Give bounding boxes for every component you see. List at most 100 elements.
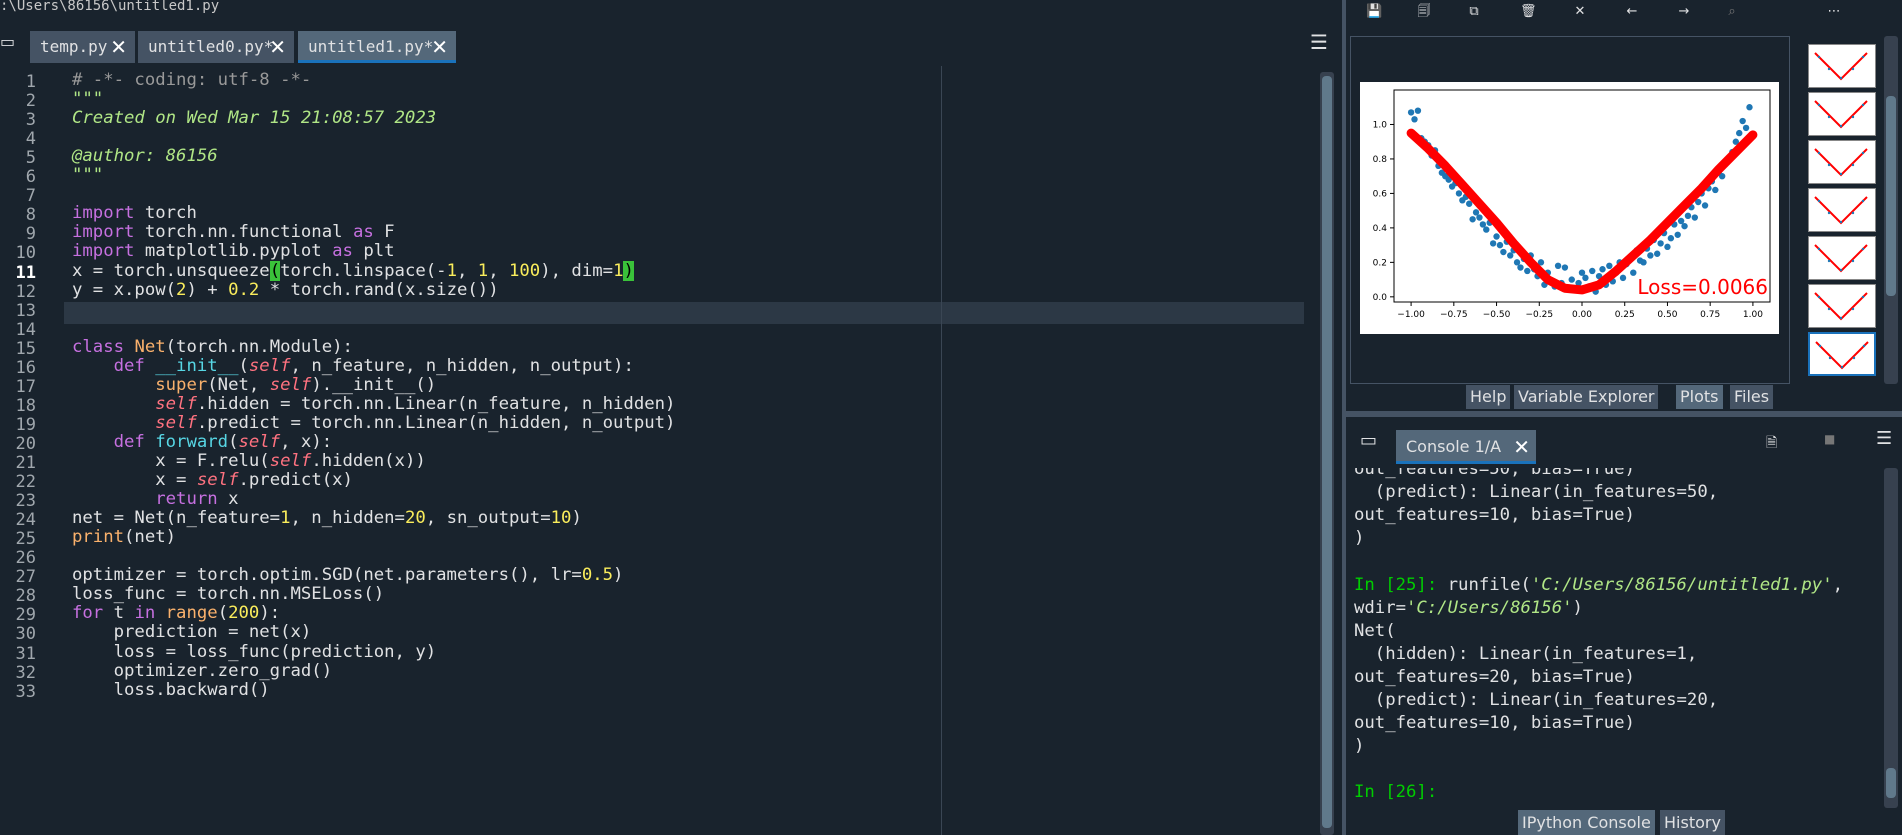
tab-console-1a[interactable]: Console 1/A ✕ [1396, 430, 1536, 464]
code-line[interactable]: x = F.relu(self.hidden(x)) [72, 451, 426, 471]
plot-thumbnail[interactable] [1808, 92, 1876, 136]
plot-thumbnail[interactable] [1808, 140, 1876, 184]
code-line[interactable]: Created on Wed Mar 15 21:08:57 2023 [72, 108, 436, 128]
arrow-left-icon[interactable]: ← [1624, 4, 1640, 20]
close-tab-icon[interactable]: ✕ [431, 31, 448, 63]
code-line[interactable]: """ [72, 165, 103, 185]
code-line[interactable]: x = self.predict(x) [72, 470, 353, 490]
code-line[interactable]: super(Net, self).__init__() [72, 375, 436, 395]
pane-splitter[interactable] [1342, 0, 1346, 835]
code-line[interactable]: def forward(self, x): [72, 432, 333, 452]
close-all-icon[interactable]: ✕ [1572, 4, 1588, 20]
close-tab-icon[interactable]: ✕ [110, 31, 127, 63]
scrollbar-thumb[interactable] [1886, 96, 1896, 296]
plot-thumbnail[interactable] [1808, 236, 1876, 280]
code-line[interactable]: import torch.nn.functional as F [72, 222, 395, 242]
code-line[interactable]: return x [72, 489, 238, 509]
plot-thumbnail[interactable] [1808, 284, 1876, 328]
tab-untitled0-py[interactable]: untitled0.py* ✕ [138, 31, 294, 63]
tab-untitled1-py[interactable]: untitled1.py* ✕ [298, 31, 456, 63]
editor-scrollbar[interactable] [1320, 72, 1334, 835]
tab-label: untitled1.py* [308, 37, 434, 56]
data-point [1691, 214, 1698, 221]
code-line[interactable]: loss.backward() [72, 680, 270, 700]
close-tab-icon[interactable]: ✕ [1513, 430, 1530, 464]
data-point [1493, 233, 1500, 240]
browse-tabs-icon[interactable]: ▭ [1360, 430, 1377, 451]
code-line[interactable]: class Net(torch.nn.Module): [72, 337, 353, 357]
code-line[interactable]: optimizer.zero_grad() [72, 661, 333, 681]
code-line[interactable]: @author: 86156 [72, 146, 218, 166]
code-line[interactable]: import matplotlib.pyplot as plt [72, 241, 395, 261]
tab-temp-py[interactable]: temp.py ✕ [30, 31, 135, 63]
tab-ipython-console[interactable]: IPython Console [1518, 810, 1655, 835]
close-tab-icon[interactable]: ✕ [269, 31, 286, 63]
line-number: 13 [15, 300, 36, 321]
code-line[interactable]: loss_func = torch.nn.MSELoss() [72, 584, 384, 604]
code-line[interactable]: for t in range(200): [72, 603, 280, 623]
current-line-highlight [64, 302, 1304, 324]
scrollbar-thumb[interactable] [1886, 768, 1896, 798]
scrollbar-thumb[interactable] [1322, 76, 1332, 828]
console-line: out_features=10, bias=True) [1354, 713, 1635, 734]
tab-files[interactable]: Files [1730, 385, 1774, 409]
line-number: 29 [15, 605, 36, 626]
zoom-icon[interactable]: ⌕ [1724, 4, 1740, 20]
line-number: 20 [15, 433, 36, 454]
code-line[interactable]: print(net) [72, 527, 176, 547]
line-number: 15 [15, 338, 36, 359]
line-number: 19 [15, 414, 36, 435]
tab-history[interactable]: History [1660, 810, 1725, 835]
line-number: 24 [15, 510, 36, 531]
trash-icon[interactable]: 🗑 [1520, 4, 1537, 20]
code-line[interactable]: self.hidden = torch.nn.Linear(n_feature,… [72, 394, 675, 414]
plot-thumbnail[interactable] [1808, 44, 1876, 88]
copy-icon[interactable]: ⧉ [1466, 4, 1482, 20]
plot-thumbnail[interactable] [1808, 332, 1876, 376]
ipython-console[interactable]: out_features=50, bias=True) (predict): L… [1350, 468, 1884, 808]
y-tick-label: 0.0 [1373, 293, 1388, 303]
plots-menu-icon[interactable]: ⋯ [1826, 4, 1842, 20]
console-menu-icon[interactable]: ☰ [1876, 428, 1892, 449]
code-line[interactable]: """ [72, 89, 103, 109]
tab-variable-explorer[interactable]: Variable Explorer [1514, 385, 1659, 409]
clear-console-icon[interactable]: 🗎 [1766, 432, 1777, 456]
code-line[interactable]: self.predict = torch.nn.Linear(n_hidden,… [72, 413, 675, 433]
arrow-right-icon[interactable]: → [1676, 4, 1692, 20]
y-tick-label: 0.2 [1373, 258, 1387, 268]
code-line[interactable]: y = x.pow(2) + 0.2 * torch.rand(x.size()… [72, 280, 499, 300]
x-tick-label: −0.75 [1440, 310, 1468, 320]
code-line[interactable]: x = torch.unsqueeze(torch.linspace(-1, 1… [72, 260, 634, 281]
tab-plots[interactable]: Plots [1676, 385, 1723, 409]
plot-thumbnail[interactable] [1808, 188, 1876, 232]
browse-tabs-icon[interactable]: ▭ [0, 32, 15, 51]
data-point [1469, 216, 1476, 223]
data-point [1701, 202, 1709, 209]
save-icon[interactable]: 💾 [1366, 4, 1382, 20]
code-line[interactable]: loss = loss_func(prediction, y) [72, 642, 437, 662]
tab-help[interactable]: Help [1466, 385, 1511, 409]
hamburger-menu-icon[interactable]: ☰ [1310, 30, 1328, 54]
console-line: ) [1354, 736, 1365, 757]
data-point [1630, 269, 1637, 276]
thumbnails-scrollbar[interactable] [1884, 36, 1898, 384]
data-point [1606, 262, 1613, 270]
data-point [1674, 231, 1681, 238]
code-line[interactable]: optimizer = torch.optim.SGD(net.paramete… [72, 565, 623, 585]
console-line: (predict): Linear(in_features=50, [1354, 482, 1719, 503]
save-all-icon[interactable]: 🗐 [1416, 4, 1432, 20]
pane-divider[interactable] [1346, 411, 1902, 417]
y-tick-label: 0.4 [1373, 224, 1388, 234]
code-line[interactable]: prediction = net(x) [72, 622, 312, 642]
code-line[interactable]: net = Net(n_feature=1, n_hidden=20, sn_o… [72, 508, 582, 528]
code-line[interactable]: import torch [72, 203, 197, 223]
plots-toolbar: 💾 🗐 ⧉ 🗑 ✕ ← → ⌕ ⋯ [1346, 0, 1902, 26]
line-number: 11 [15, 262, 36, 283]
console-scrollbar[interactable] [1884, 468, 1898, 808]
line-number: 27 [15, 567, 36, 588]
code-line[interactable]: # -*- coding: utf-8 -*- [72, 70, 311, 90]
code-line[interactable]: def __init__(self, n_feature, n_hidden, … [72, 356, 634, 376]
data-point [1739, 117, 1746, 125]
data-point [1407, 109, 1415, 116]
stop-icon[interactable]: ■ [1824, 432, 1835, 446]
